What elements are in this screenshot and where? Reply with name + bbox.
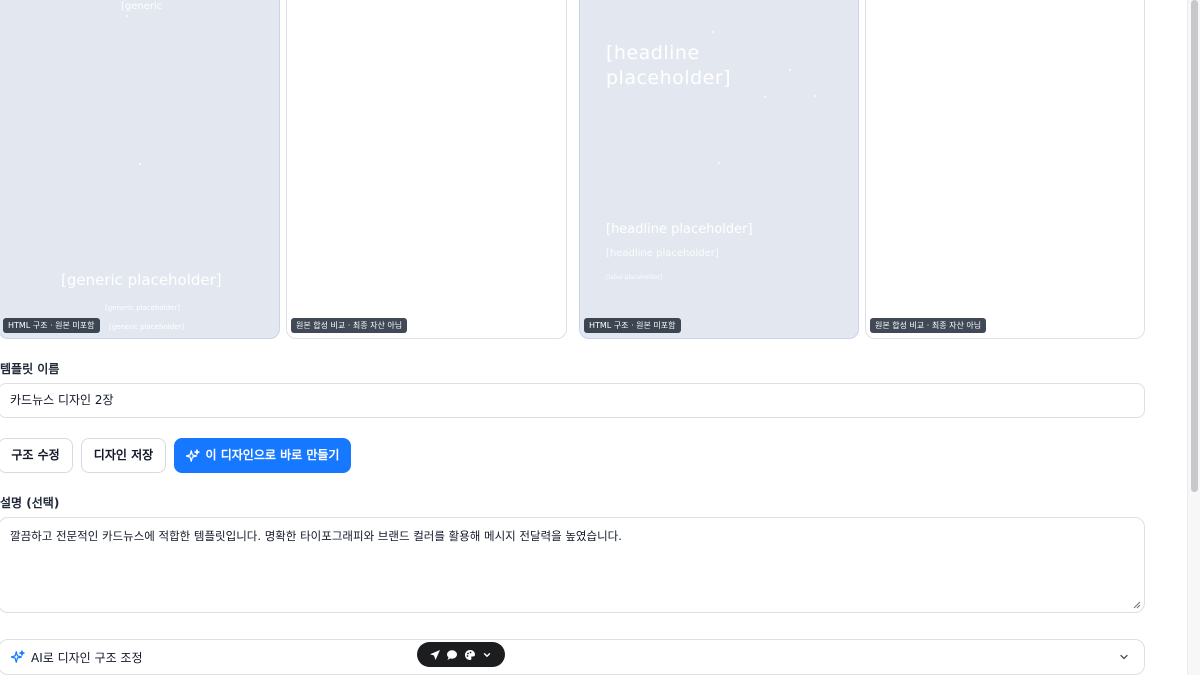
card-subtext: [generic placeholder] (109, 323, 184, 331)
card-subtext: [headline placeholder] (606, 248, 719, 259)
decor-dot (764, 96, 766, 98)
palette-icon[interactable] (464, 649, 476, 661)
card-badge: 원본 합성 비교 · 최종 자산 아님 (870, 318, 987, 333)
ai-adjust-accordion[interactable]: AI로 디자인 구조 조정 (0, 639, 1145, 675)
description-label: 설명 (선택) (0, 496, 60, 510)
card-badge: HTML 구조 · 원본 미포함 (3, 318, 100, 333)
preview-card-composite-2[interactable]: 원본 합성 비교 · 최종 자산 아님 (865, 0, 1145, 339)
card-badge: HTML 구조 · 원본 미포함 (584, 318, 681, 333)
create-with-design-label: 이 디자인으로 바로 만들기 (205, 448, 340, 462)
create-with-design-button[interactable]: 이 디자인으로 바로 만들기 (174, 438, 351, 473)
card-headline: [headline placeholder] (606, 222, 753, 237)
template-name-label: 템플릿 이름 (0, 362, 60, 376)
preview-card-html-1[interactable]: [generic [generic placeholder] [generic … (0, 0, 280, 339)
resize-grip-icon[interactable] (1133, 601, 1141, 609)
card-headline: [generic placeholder] (61, 271, 222, 289)
scrollbar-thumb[interactable] (1191, 0, 1198, 492)
decor-dot (139, 163, 141, 165)
save-design-button[interactable]: 디자인 저장 (81, 438, 166, 473)
card-big-headline: placeholder] (606, 67, 732, 89)
floating-toolbar (417, 642, 505, 667)
decor-dot (126, 15, 128, 17)
decor-dot (789, 69, 791, 71)
description-text: 깔끔하고 전문적인 카드뉴스에 적합한 템플릿입니다. 명확한 타이포그래피와 … (10, 529, 622, 543)
vertical-scrollbar[interactable] (1187, 0, 1200, 675)
chat-icon[interactable] (446, 649, 458, 661)
card-big-headline: [headline (606, 42, 700, 64)
decor-dot (814, 95, 816, 97)
chevron-down-icon[interactable] (481, 649, 493, 661)
card-subtext: [generic placeholder] (105, 304, 180, 312)
template-name-input[interactable]: 카드뉴스 디자인 2장 (0, 383, 1145, 418)
decor-dot (712, 31, 714, 33)
edit-structure-button[interactable]: 구조 수정 (0, 438, 73, 473)
decor-dot (718, 162, 720, 164)
card-subtext: [label placeholder] (606, 274, 663, 281)
sparkle-icon (185, 448, 200, 462)
sparkle-icon (11, 650, 25, 663)
preview-card-html-2[interactable]: [headline placeholder] [headline placeho… (579, 0, 859, 339)
ai-adjust-label: AI로 디자인 구조 조정 (31, 650, 143, 665)
send-icon[interactable] (429, 649, 441, 661)
card-top-label: [generic (121, 1, 163, 12)
preview-card-composite-1[interactable]: 원본 합성 비교 · 최종 자산 아님 (286, 0, 567, 339)
description-textarea[interactable]: 깔끔하고 전문적인 카드뉴스에 적합한 템플릿입니다. 명확한 타이포그래피와 … (0, 517, 1145, 613)
card-badge: 원본 합성 비교 · 최종 자산 아님 (291, 318, 408, 333)
chevron-down-icon[interactable] (1118, 651, 1130, 663)
